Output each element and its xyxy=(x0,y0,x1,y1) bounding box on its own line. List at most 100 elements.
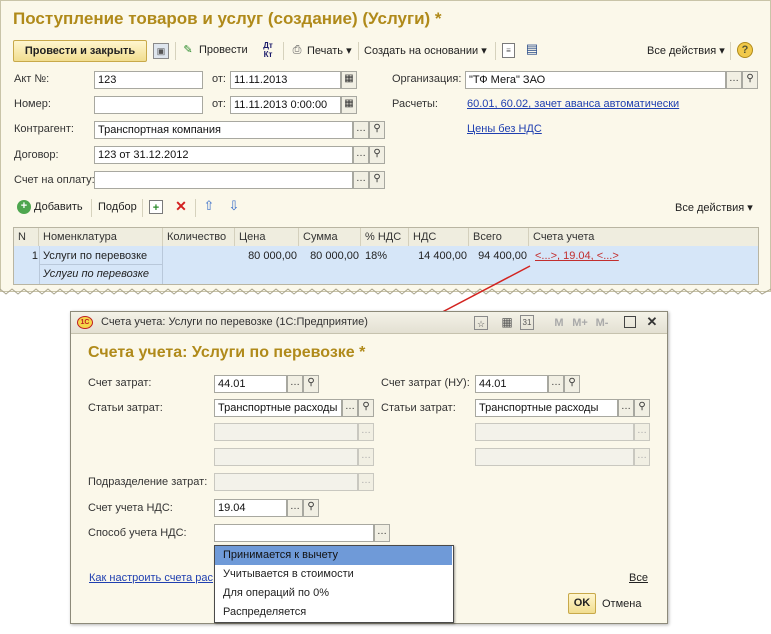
cost-items-tax-extra-field xyxy=(475,448,634,466)
search-icon[interactable]: ⚲ xyxy=(358,399,374,417)
organization-field[interactable]: "ТФ Мега" ЗАО xyxy=(465,71,726,89)
memory-button[interactable]: M xyxy=(552,316,566,330)
delete-icon[interactable]: ✕ xyxy=(174,199,188,213)
settlements-link[interactable]: 60.01, 60.02, зачет аванса автоматически xyxy=(467,98,679,110)
select-button[interactable]: … xyxy=(287,375,303,393)
column-header[interactable]: Количество xyxy=(163,228,235,246)
column-header[interactable]: Цена xyxy=(235,228,299,246)
row-vat-rate[interactable]: 18% xyxy=(365,247,387,265)
ok-button[interactable]: OK xyxy=(568,593,596,614)
dialog-titlebar[interactable]: 1С Счета учета: Услуги по перевозке (1С:… xyxy=(71,312,667,334)
print-menu[interactable]: Печать ▾ xyxy=(307,44,352,57)
search-icon[interactable]: ⚲ xyxy=(564,375,580,393)
memory-minus-button[interactable]: M- xyxy=(593,316,611,330)
column-header[interactable]: N xyxy=(14,228,39,246)
cancel-button[interactable]: Отмена xyxy=(602,598,641,610)
select-button[interactable]: … xyxy=(548,375,564,393)
calendar-icon[interactable]: 31 xyxy=(520,315,534,330)
all-actions-menu[interactable]: Все действия ▾ xyxy=(647,44,725,57)
cost-account-field[interactable]: 44.01 xyxy=(214,375,287,393)
printer-icon: ⎙ xyxy=(292,44,302,56)
create-based-label: Создать на основании xyxy=(364,45,479,57)
column-header[interactable]: % НДС xyxy=(361,228,409,246)
column-header[interactable]: Номенклатура xyxy=(39,228,163,246)
row-vat[interactable]: 14 400,00 xyxy=(409,247,467,265)
row-item-sub[interactable]: Услуги по перевозке xyxy=(43,265,149,283)
post-and-close-button[interactable]: Провести и закрыть xyxy=(13,40,147,62)
select-button[interactable]: … xyxy=(374,524,390,542)
dropdown-option[interactable]: Для операций по 0% xyxy=(215,584,452,603)
close-icon[interactable]: ✕ xyxy=(645,315,659,329)
search-icon[interactable]: ⚲ xyxy=(634,399,650,417)
calendar-icon[interactable]: ▦ xyxy=(341,96,357,114)
row-total[interactable]: 94 400,00 xyxy=(469,247,527,265)
select-button[interactable]: … xyxy=(726,71,742,89)
column-header[interactable]: НДС xyxy=(409,228,469,246)
vat-method-field[interactable] xyxy=(214,524,374,542)
report-icon[interactable]: ≡ xyxy=(502,43,515,58)
prices-link[interactable]: Цены без НДС xyxy=(467,123,542,135)
favorite-icon[interactable]: ☆ xyxy=(474,316,488,330)
search-icon[interactable]: ⚲ xyxy=(369,171,385,189)
select-button: … xyxy=(358,473,374,491)
select-button[interactable]: … xyxy=(618,399,634,417)
app-logo-icon: 1С xyxy=(77,316,93,329)
cost-items-tax-field[interactable]: Транспортные расходы xyxy=(475,399,618,417)
cost-account-label: Счет затрат: xyxy=(88,377,152,389)
act-number-label: Акт №: xyxy=(14,73,50,85)
save-icon[interactable]: ▣ xyxy=(153,43,169,59)
add-button[interactable]: Добавить xyxy=(34,201,83,213)
row-accounts-link[interactable]: <...>, 19.04, <...> xyxy=(535,247,619,265)
select-button[interactable]: … xyxy=(353,171,369,189)
row-sum[interactable]: 80 000,00 xyxy=(299,247,359,265)
select-button[interactable]: … xyxy=(353,146,369,164)
vat-account-field[interactable]: 19.04 xyxy=(214,499,287,517)
contractor-field[interactable]: Транспортная компания xyxy=(94,121,353,139)
help-icon[interactable]: ? xyxy=(737,42,753,58)
create-based-on-menu[interactable]: Создать на основании ▾ xyxy=(364,44,487,57)
table-all-actions-menu[interactable]: Все действия ▾ xyxy=(675,201,753,214)
invoice-field[interactable] xyxy=(94,171,353,189)
arrow-down-icon[interactable]: ⇩ xyxy=(227,199,241,213)
maximize-icon[interactable] xyxy=(624,316,636,328)
column-header[interactable]: Счета учета xyxy=(529,228,758,246)
row-price[interactable]: 80 000,00 xyxy=(235,247,297,265)
list-icon[interactable]: ▤ xyxy=(525,42,539,58)
column-header[interactable]: Всего xyxy=(469,228,529,246)
cost-account-tax-field[interactable]: 44.01 xyxy=(475,375,548,393)
number-field[interactable] xyxy=(94,96,203,114)
search-icon[interactable]: ⚲ xyxy=(303,375,319,393)
arrow-up-icon[interactable]: ⇧ xyxy=(202,199,216,213)
search-icon[interactable]: ⚲ xyxy=(369,121,385,139)
memory-plus-button[interactable]: M+ xyxy=(571,316,589,330)
search-icon[interactable]: ⚲ xyxy=(742,71,758,89)
dropdown-option[interactable]: Распределяется xyxy=(215,603,452,622)
select-button[interactable]: … xyxy=(342,399,358,417)
act-date-field[interactable]: 11.11.2013 xyxy=(230,71,341,89)
act-number-field[interactable]: 123 xyxy=(94,71,203,89)
search-icon[interactable]: ⚲ xyxy=(369,146,385,164)
select-button[interactable]: … xyxy=(287,499,303,517)
copy-icon[interactable]: + xyxy=(149,200,163,214)
search-icon[interactable]: ⚲ xyxy=(303,499,319,517)
dropdown-option[interactable]: Учитывается в стоимости xyxy=(215,565,452,584)
setup-accounts-link[interactable]: Как настроить счета рас xyxy=(89,572,213,584)
dropdown-option-selected[interactable]: Принимается к вычету xyxy=(215,546,452,565)
post-button[interactable]: Провести xyxy=(199,44,248,56)
row-item[interactable]: Услуги по перевозке xyxy=(43,247,147,265)
cost-items-field[interactable]: Транспортные расходы xyxy=(214,399,342,417)
select-button[interactable]: … xyxy=(353,121,369,139)
row-number: 1 xyxy=(31,250,38,262)
column-header[interactable]: Сумма xyxy=(299,228,361,246)
page-title: Поступление товаров и услуг (создание) (… xyxy=(13,9,442,28)
all-link[interactable]: Все xyxy=(629,572,648,584)
pick-button[interactable]: Подбор xyxy=(98,201,137,213)
calendar-icon[interactable]: ▦ xyxy=(341,71,357,89)
contract-field[interactable]: 123 от 31.12.2012 xyxy=(94,146,353,164)
chevron-down-icon: ▾ xyxy=(747,202,753,214)
calculator-icon[interactable]: ▦ xyxy=(500,315,514,330)
vat-account-label: Счет учета НДС: xyxy=(88,502,173,514)
dtkt-icon[interactable]: Дт Кт xyxy=(259,41,277,59)
number-date-field[interactable]: 11.11.2013 0:00:00 xyxy=(230,96,341,114)
dialog-window-title: Счета учета: Услуги по перевозке (1С:Пре… xyxy=(101,316,368,328)
